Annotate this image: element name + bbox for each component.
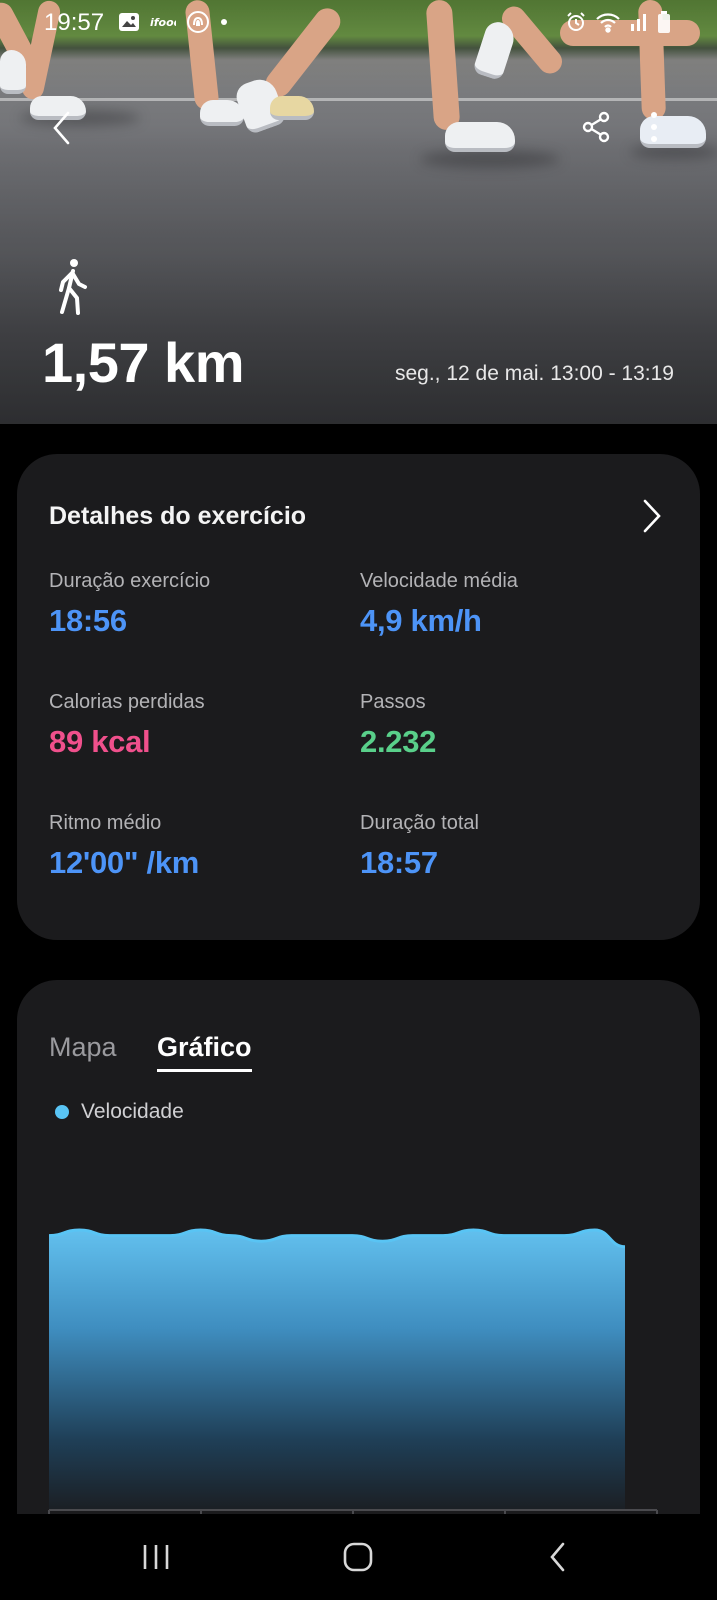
stat-label: Duração total <box>360 812 479 834</box>
home-button[interactable] <box>328 1532 388 1582</box>
stat-average-speed: Velocidade média 4,9 km/h <box>360 570 660 639</box>
recent-apps-icon <box>143 1545 169 1569</box>
stat-value: 18:57 <box>360 845 438 880</box>
speed-chart[interactable] <box>17 980 700 1600</box>
dot-icon <box>221 19 227 25</box>
legend-dot <box>55 1105 69 1119</box>
status-time: 19:57 <box>44 9 105 36</box>
distance-value: 1,57 km <box>42 331 245 394</box>
system-navigation-bar <box>0 1514 717 1600</box>
stat-value: 89 kcal <box>49 724 151 759</box>
stat-calories: Calorias perdidas 89 kcal <box>49 691 349 760</box>
stat-value: 12'00" /km <box>49 845 200 880</box>
speed-series-area <box>49 1230 625 1510</box>
stat-value: 18:56 <box>49 603 127 638</box>
tab-graph[interactable]: Gráfico <box>157 1032 252 1072</box>
stat-label: Calorias perdidas <box>49 691 205 713</box>
stat-value: 2.232 <box>360 724 437 759</box>
exercise-datetime: seg., 12 de mai. 13:00 - 13:19 <box>394 362 674 385</box>
alarm-icon <box>567 12 585 31</box>
details-title: Detalhes do exercício <box>49 502 307 530</box>
signal-icon <box>631 14 646 31</box>
stat-label: Velocidade média <box>360 570 518 592</box>
exercise-details-card[interactable]: Detalhes do exercício Duração exercício … <box>17 454 700 940</box>
share-icon <box>582 111 610 143</box>
stat-label: Ritmo médio <box>49 812 162 834</box>
more-vertical-icon <box>651 112 657 142</box>
recent-apps-button[interactable] <box>126 1532 186 1582</box>
legend-label: Velocidade <box>81 1100 184 1123</box>
share-button[interactable] <box>572 103 620 151</box>
stat-label: Passos <box>360 691 426 713</box>
battery-icon <box>658 11 670 33</box>
walking-icon <box>59 259 87 315</box>
chevron-left-icon <box>53 111 70 145</box>
chart-legend: Velocidade <box>55 1100 184 1124</box>
fingerprint-icon <box>187 11 209 33</box>
stat-value: 4,9 km/h <box>360 603 482 638</box>
home-icon <box>343 1542 373 1572</box>
svg-text:ifood: ifood <box>150 16 176 29</box>
more-options-button[interactable] <box>630 103 678 151</box>
chart-card: Mapa Gráfico Velocidade <box>17 980 700 1600</box>
back-button[interactable] <box>38 104 86 152</box>
app-icon: ifood <box>150 16 176 29</box>
stat-steps: Passos 2.232 <box>360 691 660 760</box>
tab-map[interactable]: Mapa <box>49 1032 117 1063</box>
stat-exercise-duration: Duração exercício 18:56 <box>49 570 349 639</box>
status-bar: 19:57 ifood <box>0 0 717 44</box>
stat-average-pace: Ritmo médio 12'00" /km <box>49 812 349 881</box>
system-back-button[interactable] <box>528 1532 588 1582</box>
chevron-right-icon[interactable] <box>632 496 672 536</box>
stat-total-duration: Duração total 18:57 <box>360 812 660 881</box>
gallery-icon <box>119 13 139 31</box>
back-icon <box>550 1542 565 1572</box>
stat-label: Duração exercício <box>49 570 211 592</box>
wifi-icon <box>596 13 620 33</box>
road-marking <box>0 98 717 101</box>
